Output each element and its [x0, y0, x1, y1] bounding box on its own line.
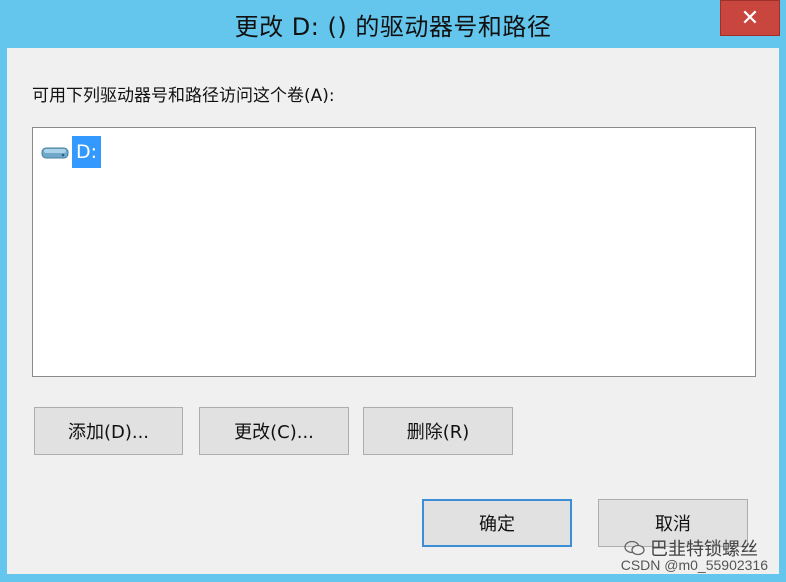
close-button[interactable]: ✕ — [720, 0, 780, 36]
remove-button[interactable]: 删除(R) — [363, 407, 513, 455]
list-prompt-label: 可用下列驱动器号和路径访问这个卷(A): — [32, 86, 335, 106]
title-bar[interactable]: 更改 D: () 的驱动器号和路径 ✕ — [0, 0, 786, 48]
close-icon: ✕ — [740, 5, 760, 31]
watermark: 巴韭特锁螺丝 CSDN @m0_55902316 — [612, 531, 782, 579]
watermark-author: CSDN @m0_55902316 — [620, 557, 768, 573]
dialog-title: 更改 D: () 的驱动器号和路径 — [234, 13, 552, 41]
ok-button[interactable]: 确定 — [422, 499, 572, 547]
wechat-icon — [624, 540, 645, 556]
dialog-content: 可用下列驱动器号和路径访问这个卷(A): D: 添加(D)... 更改(C)..… — [7, 48, 779, 574]
add-button[interactable]: 添加(D)... — [34, 407, 183, 455]
change-button[interactable]: 更改(C)... — [199, 407, 349, 455]
dialog-window: 更改 D: () 的驱动器号和路径 ✕ 可用下列驱动器号和路径访问这个卷(A):… — [0, 0, 786, 582]
drive-path-listbox[interactable]: D: — [32, 127, 756, 377]
list-item[interactable]: D: — [41, 136, 102, 168]
drive-icon — [41, 147, 69, 159]
list-item-label: D: — [72, 136, 102, 168]
